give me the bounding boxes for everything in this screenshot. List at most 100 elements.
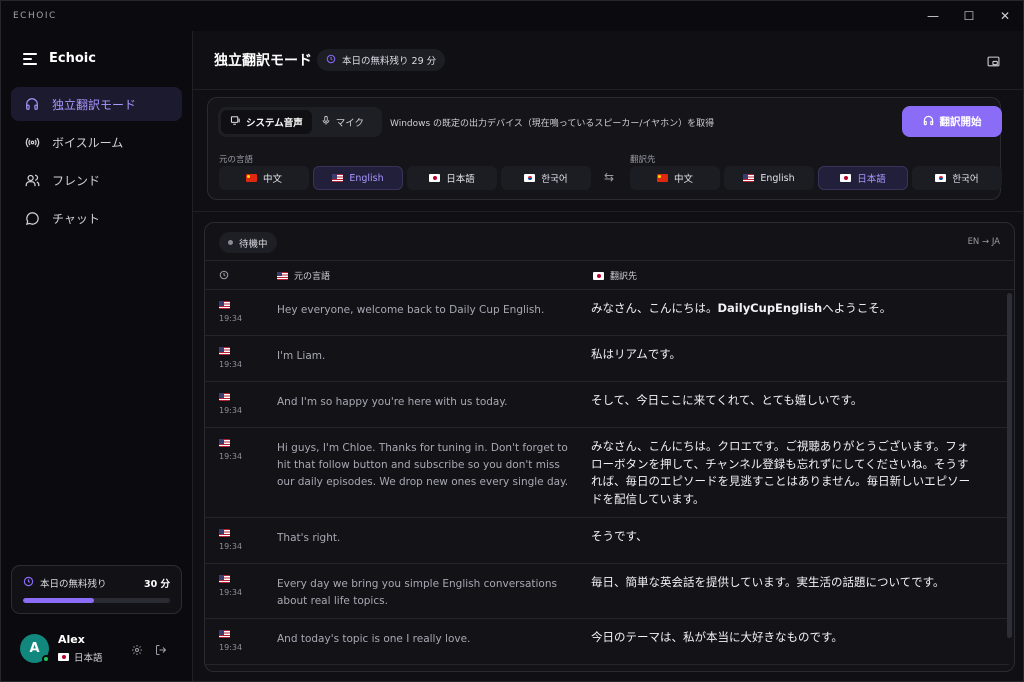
source-lang-cn[interactable]: 中文 <box>219 166 309 190</box>
language-label: 中文 <box>262 174 282 185</box>
column-header-target: 翻訳先 <box>593 269 637 282</box>
table-row: 19:34 I'm Liam. 私はリアムです。 <box>205 336 1009 382</box>
table-row: 19:34 Every day we bring you simple Engli… <box>205 564 1009 619</box>
target-lang-jp[interactable]: 日本語 <box>818 166 908 190</box>
sidebar-item-translation[interactable]: 独立翻訳モード <box>11 87 182 121</box>
source-language-list: 中文 English 日本語 한국어 <box>219 166 591 190</box>
target-language-label: 翻訳先 <box>630 155 656 165</box>
us-flag-icon <box>277 271 288 280</box>
swap-icon[interactable]: ⇆ <box>604 170 614 184</box>
translated-text-bold: DailyCupEnglish <box>717 301 823 315</box>
target-lang-cn[interactable]: 中文 <box>630 166 720 190</box>
sidebar-item-label: チャット <box>52 211 100 226</box>
device-description: Windows の既定の出力デバイス（現在鳴っているスピーカー/イヤホン）を取得 <box>390 119 715 129</box>
close-button[interactable]: ✕ <box>987 1 1023 31</box>
japan-flag-icon <box>58 653 69 661</box>
users-icon <box>24 172 40 188</box>
quota-label: 本日の無料残り <box>40 579 107 590</box>
avatar[interactable]: A <box>20 634 50 663</box>
online-status-icon <box>42 655 50 663</box>
source-language-label: 元の言語 <box>219 155 254 165</box>
target-language-list: 中文 English 日本語 한국어 <box>630 166 1002 190</box>
translated-text-part: 私はリアムです。 <box>591 347 682 361</box>
quota-progress-bar <box>23 598 170 603</box>
row-meta: 19:34 <box>219 347 242 369</box>
translated-text: みなさん、こんにちは。クロエです。ご視聴ありがとうございます。フォローボタンを押… <box>591 438 971 508</box>
row-timestamp: 19:34 <box>219 588 243 597</box>
sidebar-item-label: フレンド <box>52 173 101 188</box>
target-lang-us[interactable]: English <box>724 166 814 190</box>
source-text: Hey everyone, welcome back to Daily Cup … <box>277 304 545 316</box>
translated-text-part: 毎日、簡単な英会話を提供しています。実生活の話題についてです。 <box>591 575 945 589</box>
source-lang-kr[interactable]: 한국어 <box>501 166 591 190</box>
broadcast-icon <box>24 134 40 150</box>
row-meta: 19:34 <box>219 630 242 652</box>
table-header: 元の言語 翻訳先 <box>205 260 1014 290</box>
page-header: 独立翻訳モード 本日の無料残り 29 分 <box>193 31 1024 90</box>
source-text: And I'm so happy you're here with us tod… <box>277 396 508 408</box>
logout-icon[interactable] <box>155 641 167 660</box>
brand[interactable]: Echoic <box>23 51 96 66</box>
translated-text-part: みなさん、こんにちは。クロエです。ご視聴ありがとうございます。フォローボタンを押… <box>591 439 971 506</box>
language-label: 日本語 <box>446 174 475 185</box>
row-timestamp: 19:34 <box>219 360 243 369</box>
scrollbar[interactable] <box>1007 293 1012 638</box>
transcript-rows: 19:34 Hey everyone, welcome back to Daily… <box>205 290 1009 665</box>
translated-text: 今日のテーマは、私が本当に大好きなものです。 <box>591 629 971 647</box>
tab-system-audio[interactable]: システム音声 <box>221 110 312 134</box>
source-lang-us[interactable]: English <box>313 166 403 190</box>
title-bar: ECHOIC — ☐ ✕ <box>1 1 1023 31</box>
source-lang-jp[interactable]: 日本語 <box>407 166 497 190</box>
sidebar-item-voice-room[interactable]: ボイスルーム <box>11 125 182 159</box>
start-translation-button[interactable]: 翻訳開始 <box>902 106 1002 137</box>
gear-icon[interactable] <box>131 641 143 660</box>
cn-flag-icon <box>656 174 668 182</box>
row-meta: 19:34 <box>219 529 242 551</box>
table-row: 19:34 And today's topic is one I really l… <box>205 619 1009 665</box>
transcript-panel: 待機中 EN → JA 元の言語 翻訳先 19:34 Hey everyone, … <box>204 222 1015 672</box>
window-controls: — ☐ ✕ <box>915 1 1023 31</box>
us-flag-icon <box>219 529 230 537</box>
row-meta: 19:34 <box>219 439 242 461</box>
row-timestamp: 19:34 <box>219 452 243 461</box>
maximize-button[interactable]: ☐ <box>951 1 987 31</box>
us-flag-icon <box>219 630 230 638</box>
headphones-icon <box>923 115 934 129</box>
quota-card: 本日の無料残り 30 分 <box>11 565 182 614</box>
us-flag-icon <box>219 347 230 355</box>
brand-name: Echoic <box>49 51 96 66</box>
control-panel: システム音声 マイク Windows の既定の出力デバイス（現在鳴っているスピー… <box>207 97 1002 200</box>
kr-flag-icon <box>935 174 947 182</box>
sidebar-nav: 独立翻訳モード ボイスルーム フレンド チャット <box>11 87 182 239</box>
table-row: 19:34 And I'm so happy you're here with u… <box>205 382 1009 428</box>
quota-badge: 本日の無料残り 29 分 <box>317 49 446 71</box>
us-flag-icon <box>219 393 230 401</box>
minimize-button[interactable]: — <box>915 1 951 31</box>
jp-flag-icon <box>840 174 852 182</box>
column-header-source: 元の言語 <box>277 269 330 282</box>
sidebar-item-chat[interactable]: チャット <box>11 201 182 235</box>
translated-text-part: そして、今日ここに来てくれて、とても嬉しいです。 <box>591 393 863 407</box>
audio-source-toggle: システム音声 マイク <box>218 107 382 137</box>
sidebar: Echoic 独立翻訳モード ボイスルーム フレンド チャット 本日の無料残り <box>1 31 192 681</box>
headphones-icon <box>24 96 40 112</box>
us-flag-icon <box>219 575 230 583</box>
sidebar-item-label: ボイスルーム <box>52 135 124 150</box>
user-name: Alex <box>58 633 85 646</box>
row-meta: 19:34 <box>219 301 242 323</box>
row-meta: 19:34 <box>219 393 242 415</box>
source-text: And today's topic is one I really love. <box>277 633 471 645</box>
window-mode-icon[interactable] <box>987 53 1000 72</box>
sidebar-item-friends[interactable]: フレンド <box>11 163 182 197</box>
chat-bubble-icon <box>24 210 40 226</box>
microphone-icon <box>321 115 331 129</box>
tab-microphone[interactable]: マイク <box>312 110 373 134</box>
us-flag-icon <box>219 439 230 447</box>
translated-text: そうです、 <box>591 528 971 546</box>
language-label: English <box>349 172 384 184</box>
main-content: 独立翻訳モード 本日の無料残り 29 分 システム音声 マイク Windows … <box>192 31 1024 681</box>
target-lang-kr[interactable]: 한국어 <box>912 166 1002 190</box>
speaker-icon <box>230 115 241 129</box>
divider <box>193 211 1024 212</box>
status-badge: 待機中 <box>219 232 277 253</box>
